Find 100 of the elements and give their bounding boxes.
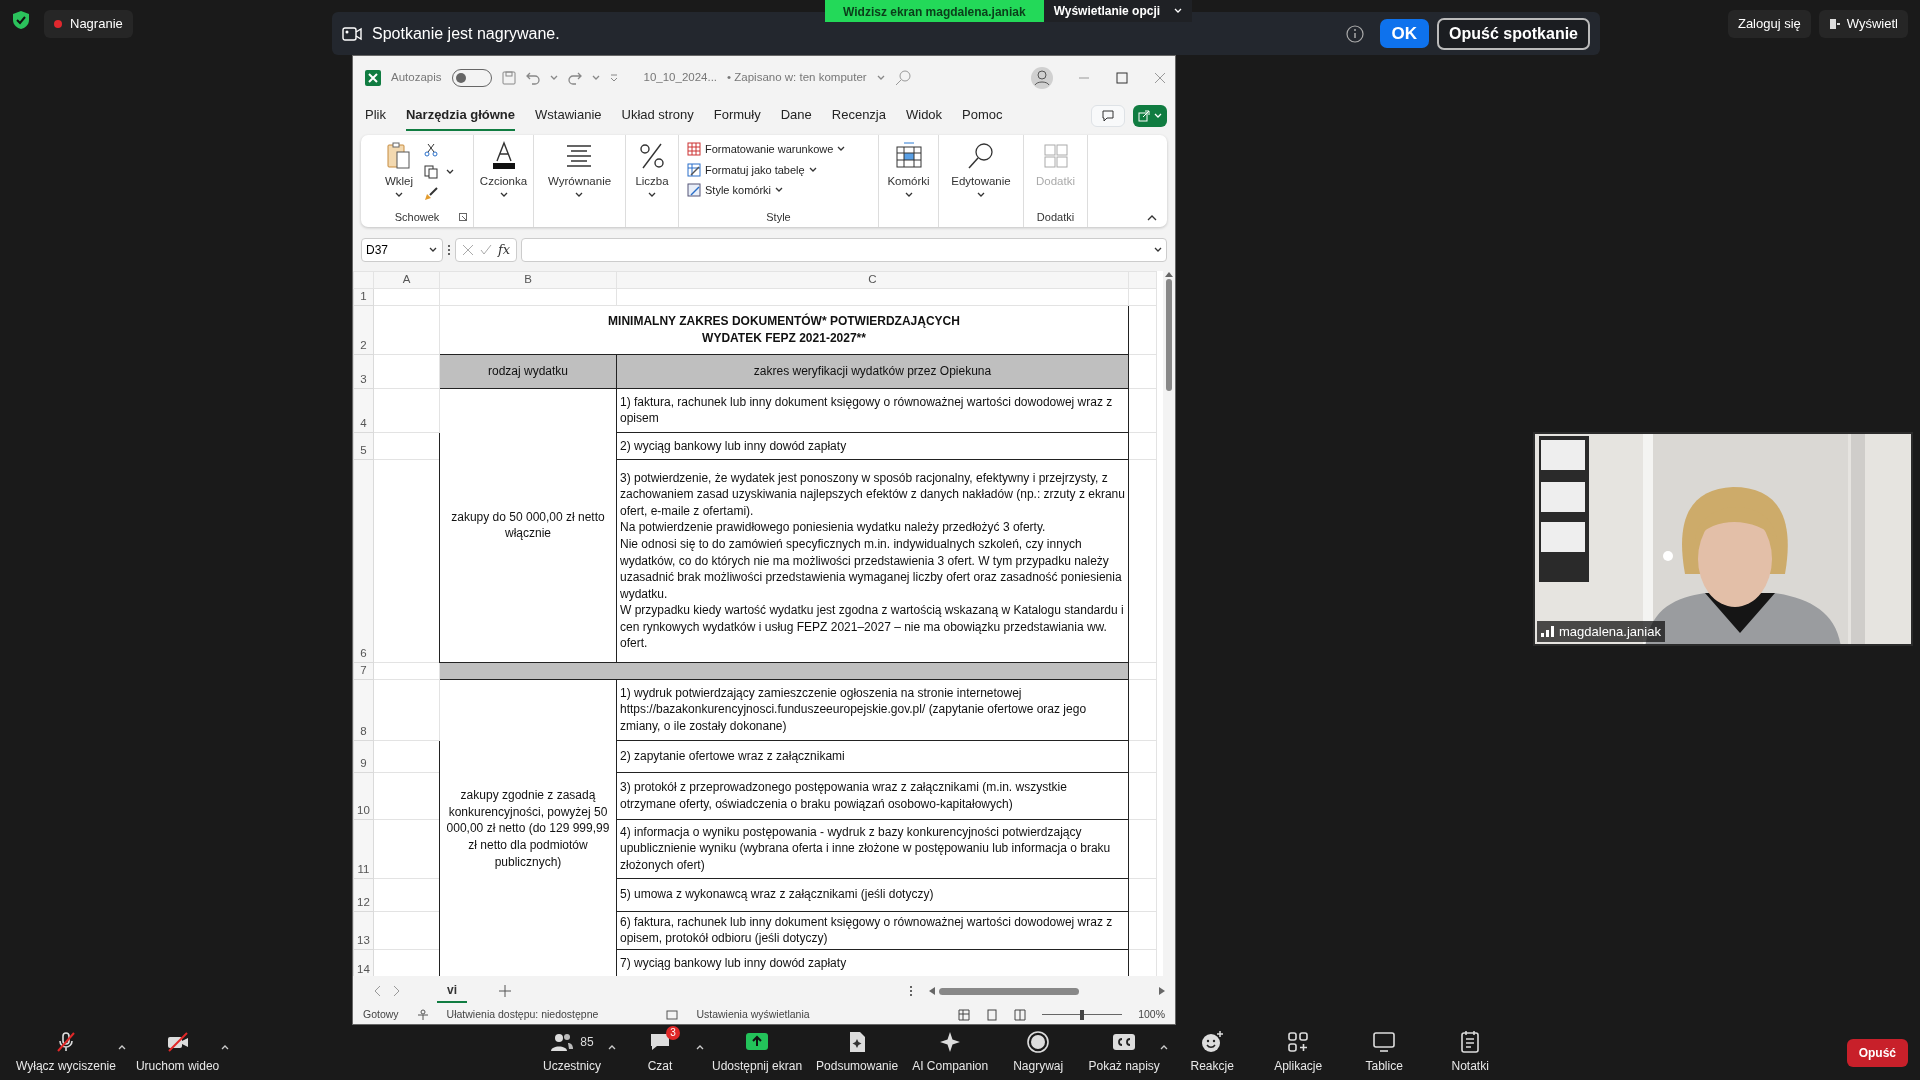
- ribbon-button[interactable]: Wklej: [380, 139, 418, 201]
- caret-icon: [904, 192, 913, 199]
- ribbon-menu-button[interactable]: Style komórki: [685, 180, 786, 201]
- scroll-left-icon[interactable]: [929, 987, 935, 995]
- ribbon-button[interactable]: Liczba: [631, 139, 673, 201]
- toolbar-button[interactable]: Nagrywaj: [996, 1030, 1081, 1075]
- customize-icon[interactable]: [609, 74, 618, 82]
- toolbar-button[interactable]: Udostępnij ekran: [706, 1030, 809, 1075]
- undo-icon[interactable]: [525, 71, 540, 85]
- notification-badge: 3: [666, 1026, 680, 1040]
- ribbon-button[interactable]: Czcionka: [475, 139, 532, 201]
- ribbon-tab[interactable]: Pomoc: [962, 101, 1003, 131]
- name-box[interactable]: D37: [361, 237, 443, 262]
- row-header[interactable]: 4: [353, 388, 374, 433]
- maximize-icon[interactable]: [1115, 71, 1129, 85]
- collapse-ribbon-icon[interactable]: [1147, 215, 1157, 221]
- page-break-icon[interactable]: [1014, 1009, 1027, 1021]
- scissors-icon[interactable]: [424, 143, 438, 157]
- ribbon-button[interactable]: Edytowanie: [947, 139, 1015, 201]
- caret-icon: [648, 192, 656, 199]
- caret-icon: [591, 75, 600, 81]
- row-header[interactable]: 14: [353, 949, 374, 976]
- recording-label: Nagranie: [70, 15, 123, 33]
- leave-button[interactable]: Opuść: [1846, 1038, 1908, 1067]
- brush-icon[interactable]: [424, 187, 438, 201]
- scrollbar-thumb[interactable]: [939, 987, 1079, 995]
- ribbon-menu-button[interactable]: Formatowanie warunkowe: [685, 139, 848, 160]
- comment-button[interactable]: [1091, 105, 1125, 127]
- row-header[interactable]: 13: [353, 911, 374, 950]
- previous-sheet-icon[interactable]: [373, 985, 381, 997]
- ribbon-tab[interactable]: Recenzja: [831, 101, 886, 131]
- ribbon-tab[interactable]: Formuły: [713, 101, 761, 131]
- row-header[interactable]: 11: [353, 819, 374, 879]
- file-name: 10_10_2024...: [643, 70, 718, 86]
- toolbar-button[interactable]: Tablice: [1342, 1030, 1427, 1075]
- normal-view-icon[interactable]: [958, 1009, 971, 1021]
- column-heading: zakres weryfikacji wydatków przez Opiekuna: [616, 354, 1129, 389]
- toolbar-button[interactable]: Podsumowanie: [810, 1030, 905, 1075]
- row-header[interactable]: 8: [353, 679, 374, 741]
- caret-icon: [549, 75, 558, 81]
- insert-function-button[interactable]: fx: [498, 239, 511, 260]
- toolbar-button[interactable]: Reakcje: [1170, 1030, 1255, 1075]
- toolbar-button[interactable]: Uruchom wideo: [129, 1030, 226, 1075]
- toolbar-button[interactable]: Notatki: [1428, 1030, 1513, 1075]
- close-icon[interactable]: [1153, 71, 1167, 85]
- row-header[interactable]: 3: [353, 354, 374, 389]
- scroll-up-icon[interactable]: [1165, 271, 1173, 277]
- dialog-launcher-icon[interactable]: [459, 213, 467, 221]
- row-header[interactable]: 9: [353, 740, 374, 773]
- column-header[interactable]: B: [439, 271, 617, 289]
- more-icon[interactable]: [909, 985, 913, 997]
- share-button[interactable]: [1133, 105, 1167, 127]
- scrollbar-thumb[interactable]: [1166, 279, 1172, 391]
- toolbar-button[interactable]: Aplikacje: [1256, 1030, 1341, 1075]
- column-header[interactable]: A: [373, 271, 440, 289]
- whiteboard-icon: [1372, 1030, 1397, 1054]
- next-sheet-icon[interactable]: [393, 985, 401, 997]
- sign-in-button[interactable]: Zaloguj się: [1727, 10, 1811, 38]
- column-header[interactable]: C: [616, 271, 1129, 289]
- leave-meeting-button[interactable]: Opuść spotkanie: [1437, 17, 1590, 50]
- scroll-right-icon[interactable]: [1159, 987, 1165, 995]
- ok-button[interactable]: OK: [1379, 18, 1430, 49]
- slider-thumb[interactable]: [1080, 1010, 1085, 1020]
- redo-icon[interactable]: [567, 71, 582, 85]
- toolbar-button[interactable]: 85 Uczestnicy: [530, 1030, 614, 1075]
- row-header[interactable]: 10: [353, 772, 374, 820]
- view-options-button[interactable]: Wyświetlanie opcji: [1043, 0, 1193, 22]
- zoom-slider[interactable]: [1042, 1009, 1123, 1021]
- sheet-tab[interactable]: vi: [437, 979, 467, 1003]
- conditional-format-icon: [687, 142, 701, 157]
- table-cell: 3) potwierdzenie, że wydatek jest ponoszony w sposób racjonalny, efektywny i przejrzysty, z zachowaniem zasad uzyskiwania najlepszych efektów z danych nakładów (np.: zrzuty z ekranu ofert, e-maile z ofertami). Na potwierdzenie prawidłowego poniesienia wydatku należy przedłożyć 3 oferty. Nie odnosi się to do zamówień specyficznych m.in. indywidualnych szkoleń, czy innych wydatków, co do których nie ma możliwości przedstawienia 3 ofert. W tym przypadku należy uzasadnić brak możliwości przedstawienia wymaganej liczby ofert oraz zasadność poniesienia wydatku. W przypadku kiedy wartość wydatku jest zgodna z wartością wskazaną w Katalogu standardu i cen rynkowych wydatków i usług FEPZ 2021–2027 – nie ma obowiązku przedstawiania ww. ofert.: [616, 459, 1129, 663]
- page-layout-icon[interactable]: [986, 1009, 999, 1021]
- more-icon[interactable]: [447, 243, 451, 256]
- ribbon-tab[interactable]: Widok: [906, 101, 943, 131]
- cells-icon: [893, 141, 924, 171]
- row-header[interactable]: 12: [353, 878, 374, 912]
- formula-field[interactable]: [521, 237, 1167, 262]
- ribbon-tab[interactable]: Dane: [780, 101, 812, 131]
- ribbon-tab[interactable]: Plik: [365, 101, 386, 131]
- ribbon-tab[interactable]: Wstawianie: [535, 101, 602, 131]
- caret-icon: [1154, 113, 1162, 119]
- copy-icon[interactable]: [424, 165, 438, 179]
- table-title: MINIMALNY ZAKRES DOKUMENTÓW* POTWIERDZAJĄCYCH WYDATEK FEPZ 2021-2027**: [439, 305, 1129, 355]
- row-header[interactable]: 6: [353, 459, 374, 663]
- ribbon-button[interactable]: Wyrównanie: [543, 139, 616, 201]
- ribbon-tab[interactable]: Narzędzia główne: [405, 101, 516, 131]
- toolbar-button[interactable]: AI Companion: [906, 1030, 995, 1075]
- toolbar-button[interactable]: Wyłącz wyciszenie: [10, 1030, 122, 1075]
- view-button[interactable]: Wyświetl: [1818, 10, 1908, 38]
- group-label: Style: [766, 210, 791, 225]
- toolbar-button[interactable]: Pokaż napisy: [1082, 1030, 1167, 1075]
- row-header[interactable]: 2: [353, 305, 374, 355]
- add-sheet-icon[interactable]: [499, 985, 511, 997]
- avatar-icon[interactable]: [1031, 67, 1053, 89]
- info-icon[interactable]: [1345, 24, 1364, 43]
- row-header[interactable]: 5: [353, 432, 374, 460]
- caret-icon: [808, 166, 817, 173]
- ribbon-menu-button[interactable]: Formatuj jako tabelę: [685, 159, 819, 180]
- ribbon-tab[interactable]: Układ strony: [621, 101, 694, 131]
- ribbon-button[interactable]: Komórki: [883, 139, 934, 201]
